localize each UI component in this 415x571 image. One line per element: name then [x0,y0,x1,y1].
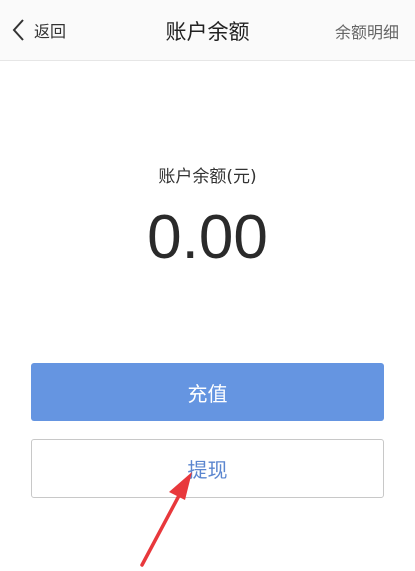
recharge-button[interactable]: 充值 [31,363,384,421]
balance-detail-link[interactable]: 余额明细 [335,19,399,43]
balance-amount: 0.00 [147,203,268,272]
back-button[interactable]: 返回 [10,14,66,46]
navigation-bar: 返回 账户余额 余额明细 [0,0,415,61]
chevron-left-icon [12,19,24,41]
balance-label: 账户余额(元) [158,167,257,187]
withdraw-button[interactable]: 提现 [31,439,384,498]
back-label: 返回 [34,22,67,41]
